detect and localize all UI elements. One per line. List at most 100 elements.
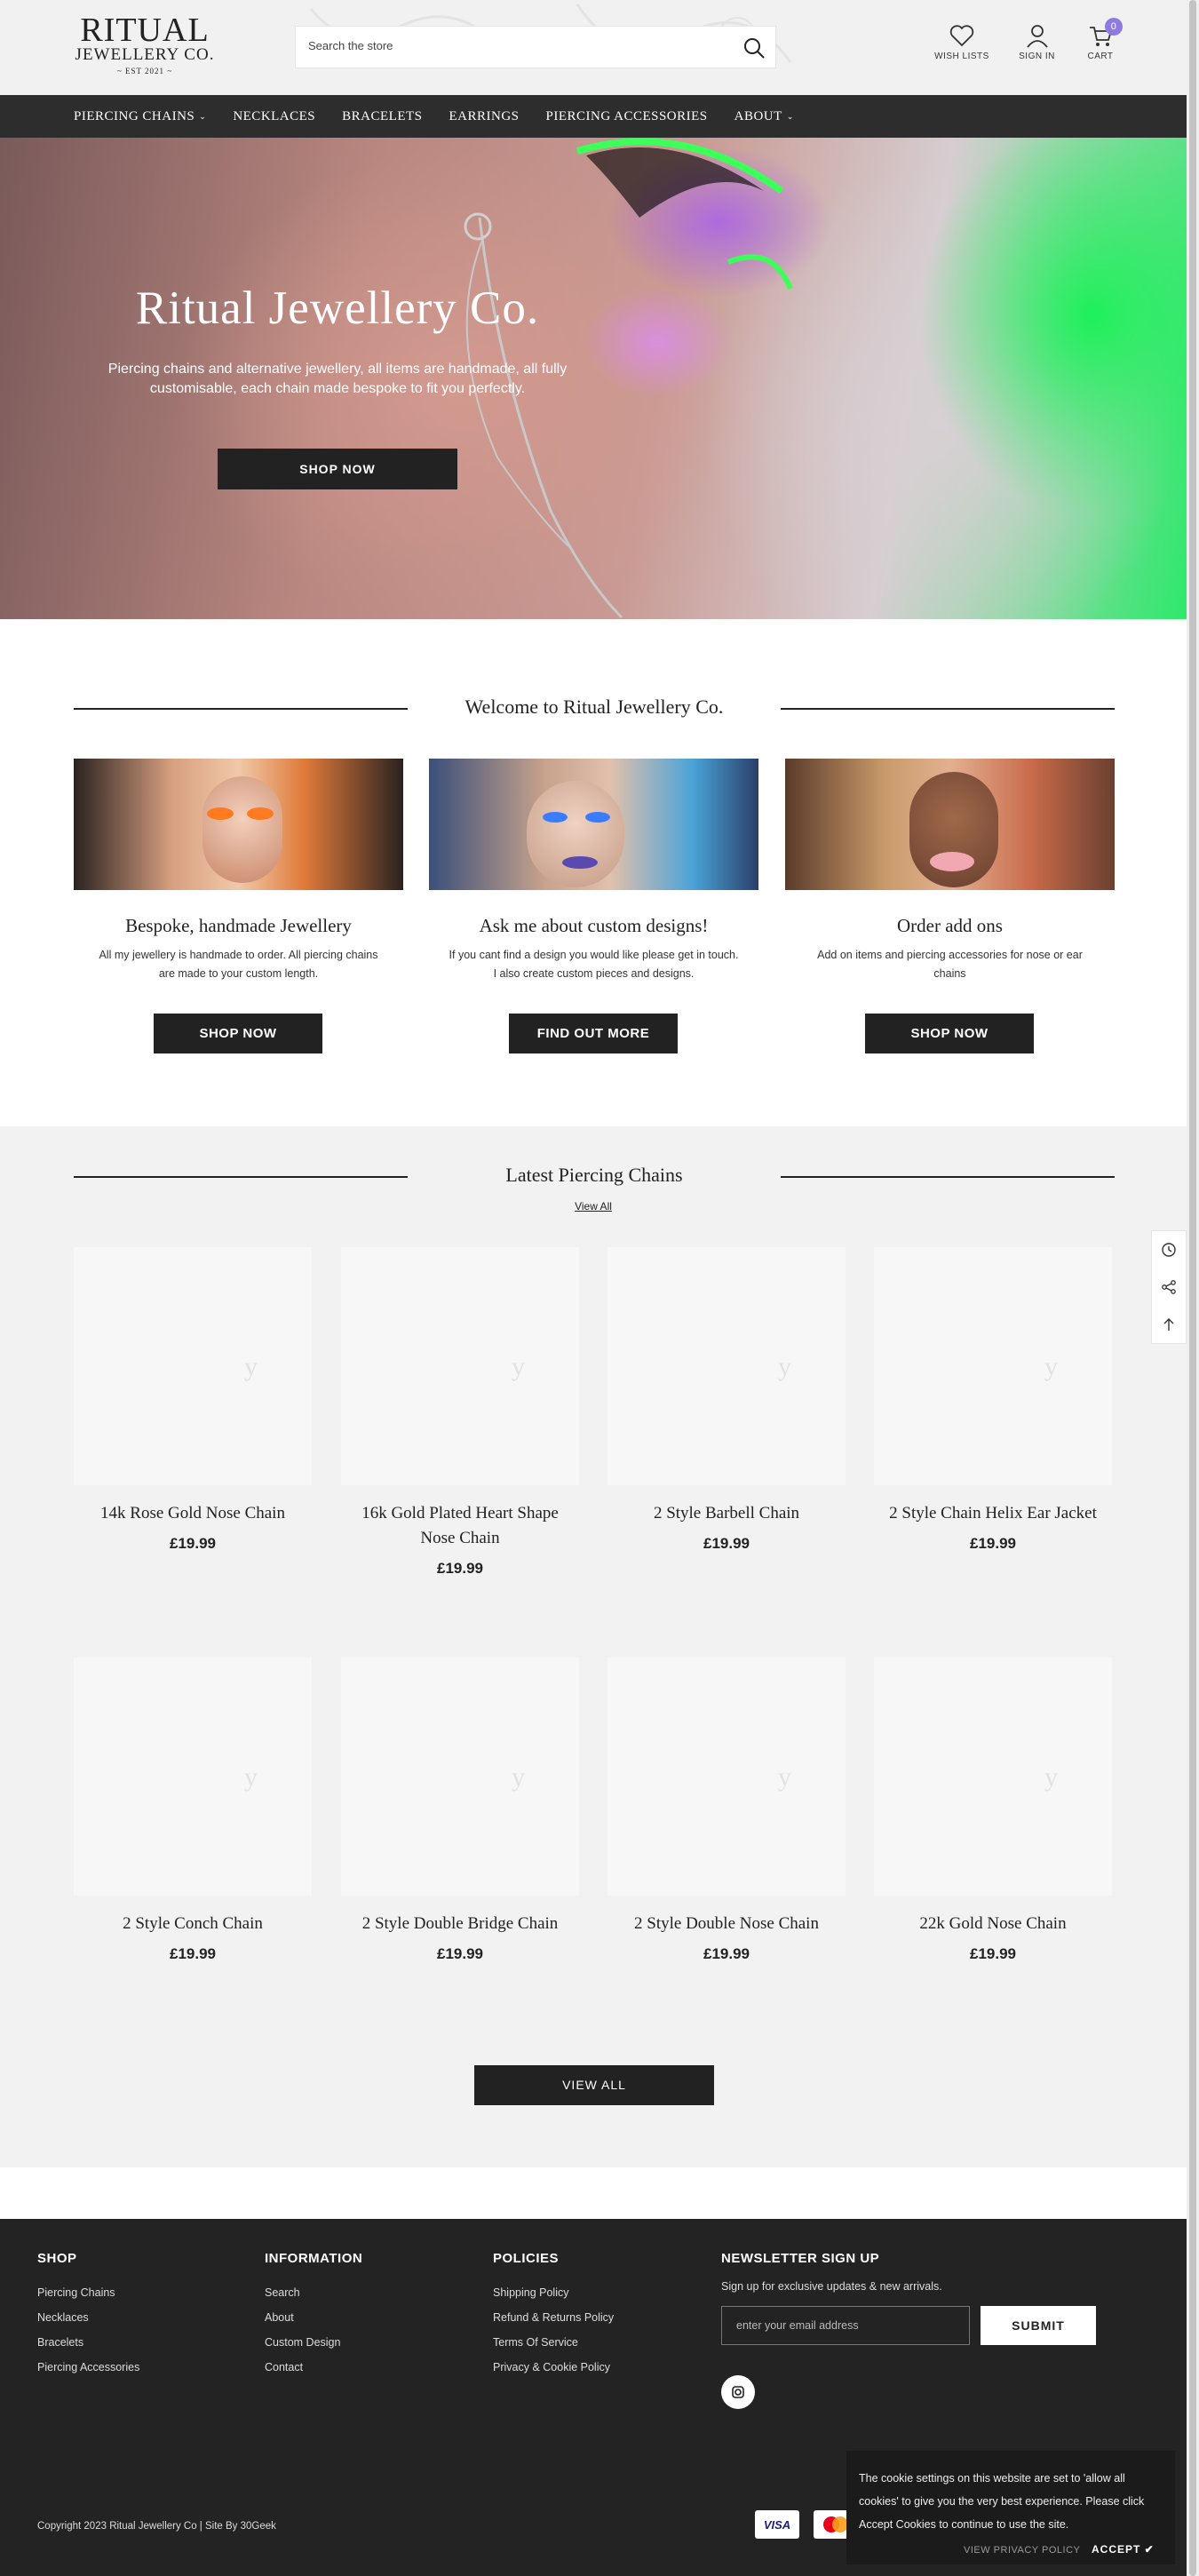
feature-image: [429, 759, 758, 890]
product-card[interactable]: y 14k Rose Gold Nose Chain £19.99: [74, 1247, 312, 1553]
feature-shop-now-button[interactable]: SHOP NOW: [154, 1014, 322, 1053]
chevron-down-icon: ⌄: [786, 111, 794, 121]
product-name[interactable]: 16k Gold Plated Heart Shape Nose Chain: [341, 1501, 579, 1551]
share-icon: [1162, 1280, 1176, 1294]
scrollbar-thumb[interactable]: [1189, 0, 1196, 2576]
nav-label: ABOUT: [734, 108, 782, 123]
product-name[interactable]: 2 Style Double Nose Chain: [607, 1912, 846, 1936]
site-header: RITUAL JEWELLERY CO. ~ EST 2021 ~ WISH L…: [0, 0, 1187, 95]
hero-shop-now-button[interactable]: SHOP NOW: [218, 449, 457, 489]
copyright-text: Copyright 2023 Ritual Jewellery Co | Sit…: [37, 2521, 276, 2532]
product-image[interactable]: y: [74, 1247, 312, 1485]
newsletter-submit-button[interactable]: SUBMIT: [981, 2306, 1096, 2345]
footer-link[interactable]: Custom Design: [265, 2330, 362, 2355]
footer-column-title: SHOP: [37, 2251, 77, 2266]
user-icon: [1026, 25, 1048, 48]
search-input[interactable]: [308, 39, 717, 52]
product-image[interactable]: y: [607, 1658, 846, 1896]
footer-link[interactable]: Search: [265, 2280, 362, 2305]
cookie-banner: The cookie settings on this website are …: [846, 2451, 1175, 2564]
product-card[interactable]: y 22k Gold Nose Chain £19.99: [874, 1658, 1112, 1963]
nav-item-bracelets[interactable]: BRACELETS: [342, 109, 422, 124]
footer-column-title: NEWSLETTER SIGN UP: [721, 2251, 880, 2266]
nav-item-piercing-accessories[interactable]: PIERCING ACCESSORIES: [546, 109, 708, 124]
product-card[interactable]: y 2 Style Chain Helix Ear Jacket £19.99: [874, 1247, 1112, 1553]
feature-card: Order add ons Add on items and piercing …: [785, 759, 1115, 1053]
nav-label: PIERCING ACCESSORIES: [545, 108, 708, 123]
product-placeholder-glyph: y: [1044, 1762, 1058, 1792]
recently-viewed-button[interactable]: [1152, 1231, 1186, 1268]
footer-information-column: INFORMATION Search About Custom Design C…: [265, 2251, 362, 2380]
back-to-top-button[interactable]: [1152, 1306, 1186, 1343]
feature-image: [74, 759, 403, 890]
product-card[interactable]: y 16k Gold Plated Heart Shape Nose Chain…: [341, 1247, 579, 1578]
product-placeholder-glyph: y: [244, 1352, 258, 1381]
history-icon: [1162, 1243, 1176, 1257]
view-all-link[interactable]: View All: [0, 1200, 1187, 1212]
nav-item-piercing-chains[interactable]: PIERCING CHAINS ⌄: [74, 109, 206, 124]
product-card[interactable]: y 2 Style Double Bridge Chain £19.99: [341, 1658, 579, 1963]
product-image[interactable]: y: [74, 1658, 312, 1896]
instagram-button[interactable]: [721, 2375, 755, 2409]
footer-link[interactable]: Bracelets: [37, 2330, 139, 2355]
search-icon[interactable]: [742, 36, 766, 60]
footer-shop-column: SHOP Piercing Chains Necklaces Bracelets…: [37, 2251, 139, 2380]
footer-link[interactable]: About: [265, 2305, 362, 2330]
product-image[interactable]: y: [874, 1658, 1112, 1896]
page-scrollbar[interactable]: [1187, 0, 1199, 2576]
welcome-heading: Welcome to Ritual Jewellery Co.: [74, 696, 1115, 722]
feature-shop-now-button[interactable]: SHOP NOW: [865, 1014, 1034, 1053]
latest-title: Latest Piercing Chains: [505, 1164, 683, 1186]
nav-label: BRACELETS: [342, 108, 423, 123]
product-image[interactable]: y: [341, 1247, 579, 1485]
cart-button[interactable]: CART 0: [1084, 18, 1123, 61]
nav-item-necklaces[interactable]: NECKLACES: [233, 109, 315, 124]
footer-link[interactable]: Piercing Accessories: [37, 2355, 139, 2380]
view-all-button[interactable]: VIEW ALL: [474, 2065, 714, 2105]
product-placeholder-glyph: y: [778, 1762, 791, 1792]
product-name[interactable]: 2 Style Double Bridge Chain: [341, 1912, 579, 1936]
footer-link[interactable]: Privacy & Cookie Policy: [493, 2355, 614, 2380]
newsletter-email-input[interactable]: [721, 2306, 970, 2345]
footer-link[interactable]: Refund & Returns Policy: [493, 2305, 614, 2330]
product-name[interactable]: 2 Style Chain Helix Ear Jacket: [874, 1501, 1112, 1526]
nav-item-earrings[interactable]: EARRINGS: [449, 109, 520, 124]
visa-payment-icon: VISA: [755, 2510, 799, 2539]
signin-button[interactable]: SIGN IN: [1012, 23, 1061, 61]
product-name[interactable]: 2 Style Barbell Chain: [607, 1501, 846, 1526]
product-name[interactable]: 14k Rose Gold Nose Chain: [74, 1501, 312, 1526]
privacy-policy-link[interactable]: VIEW PRIVACY POLICY: [964, 2545, 1080, 2556]
newsletter-signup: NEWSLETTER SIGN UP Sign up for exclusive…: [721, 2251, 1112, 2429]
wishlist-button[interactable]: WISH LISTS: [934, 23, 989, 61]
divider: [781, 1176, 1115, 1178]
product-image[interactable]: y: [607, 1247, 846, 1485]
newsletter-text: Sign up for exclusive updates & new arri…: [721, 2280, 942, 2293]
feature-title: Order add ons: [897, 915, 1003, 936]
footer-link[interactable]: Contact: [265, 2355, 362, 2380]
footer-link[interactable]: Piercing Chains: [37, 2280, 139, 2305]
logo-line1: RITUAL: [80, 12, 210, 49]
product-image[interactable]: y: [341, 1658, 579, 1896]
footer-link[interactable]: Shipping Policy: [493, 2280, 614, 2305]
product-card[interactable]: y 2 Style Double Nose Chain £19.99: [607, 1658, 846, 1963]
nav-label: PIERCING CHAINS: [74, 108, 195, 123]
footer-link[interactable]: Necklaces: [37, 2305, 139, 2330]
share-button[interactable]: [1152, 1268, 1186, 1306]
product-price: £19.99: [170, 1945, 216, 1962]
product-price: £19.99: [437, 1945, 483, 1962]
footer-column-title: POLICIES: [493, 2251, 560, 2266]
product-price: £19.99: [703, 1535, 750, 1552]
feature-find-out-more-button[interactable]: FIND OUT MORE: [509, 1014, 678, 1053]
site-logo[interactable]: RITUAL JEWELLERY CO. ~ EST 2021 ~: [74, 12, 216, 76]
accept-cookies-button[interactable]: ACCEPT ✔: [1092, 2543, 1155, 2556]
feature-text: If you cant find a design you would like…: [449, 949, 739, 980]
footer-column-title: INFORMATION: [265, 2251, 363, 2266]
product-image[interactable]: y: [874, 1247, 1112, 1485]
product-card[interactable]: y 2 Style Conch Chain £19.99: [74, 1658, 312, 1963]
nav-item-about[interactable]: ABOUT ⌄: [734, 109, 794, 124]
cookie-text: The cookie settings on this website are …: [859, 2472, 1145, 2531]
product-name[interactable]: 22k Gold Nose Chain: [874, 1912, 1112, 1936]
product-name[interactable]: 2 Style Conch Chain: [74, 1912, 312, 1936]
product-card[interactable]: y 2 Style Barbell Chain £19.99: [607, 1247, 846, 1553]
footer-link[interactable]: Terms Of Service: [493, 2330, 614, 2355]
